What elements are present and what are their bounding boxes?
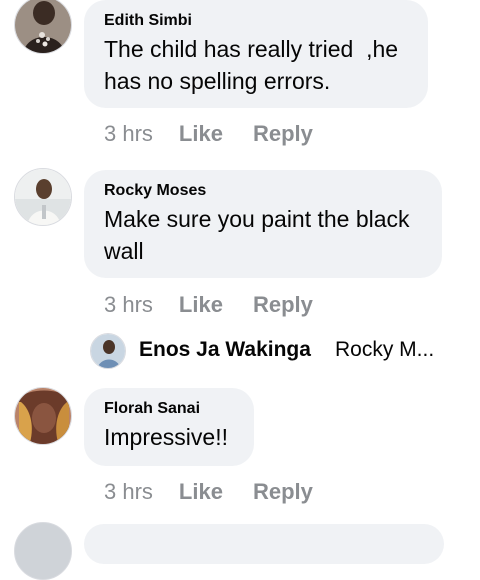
comment-text: The child has really tried ,he has no sp… <box>104 36 399 94</box>
comment-bubble: Edith Simbi The child has really tried ,… <box>84 0 428 108</box>
avatar[interactable] <box>14 0 72 54</box>
comment-author[interactable]: Rocky Moses <box>104 181 422 201</box>
avatar[interactable] <box>90 333 126 369</box>
comment-timestamp[interactable]: 3 hrs <box>104 479 153 504</box>
comment-actions: 3 hrs Like Reply <box>104 292 313 318</box>
comment-text: Impressive!! <box>104 424 228 450</box>
comment-bubble <box>84 524 444 564</box>
avatar[interactable] <box>14 387 72 445</box>
comment-author[interactable]: Florah Sanai <box>104 399 234 419</box>
avatar[interactable] <box>14 522 72 580</box>
comment-actions: 3 hrs Like Reply <box>104 479 313 505</box>
comment-text: Make sure you paint the black wall <box>104 206 410 264</box>
like-button[interactable]: Like <box>179 292 223 317</box>
user-photo-icon <box>15 169 71 225</box>
like-button[interactable]: Like <box>179 479 223 504</box>
comment-timestamp[interactable]: 3 hrs <box>104 292 153 317</box>
comment-actions: 3 hrs Like Reply <box>104 121 313 147</box>
reply-button[interactable]: Reply <box>253 292 313 317</box>
reply-snippet: Rocky M... <box>335 338 435 361</box>
comment-timestamp[interactable]: 3 hrs <box>104 121 153 146</box>
reply-button[interactable]: Reply <box>253 479 313 504</box>
comment-bubble: Florah Sanai Impressive!! <box>84 388 254 466</box>
avatar[interactable] <box>14 168 72 226</box>
comment-bubble: Rocky Moses Make sure you paint the blac… <box>84 170 442 278</box>
reply-button[interactable]: Reply <box>253 121 313 146</box>
reply-author[interactable]: Enos Ja Wakinga <box>139 338 311 362</box>
user-photo-icon <box>15 388 71 444</box>
user-photo-icon <box>91 334 125 368</box>
like-button[interactable]: Like <box>179 121 223 146</box>
comment-author[interactable]: Edith Simbi <box>104 11 408 31</box>
user-photo-icon <box>15 0 71 53</box>
